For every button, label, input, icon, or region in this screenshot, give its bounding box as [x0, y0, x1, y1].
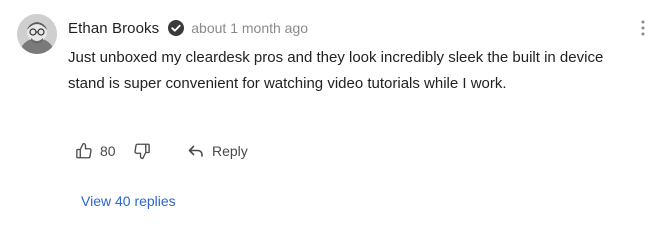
user-avatar-icon	[17, 14, 57, 54]
reply-button[interactable]: Reply	[188, 138, 248, 164]
reply-label: Reply	[212, 143, 248, 159]
more-vertical-icon	[641, 20, 645, 36]
reply-arrow-icon	[188, 145, 203, 157]
comment-actions: 80 Reply	[68, 138, 248, 164]
dislike-button[interactable]	[126, 138, 158, 164]
like-count: 80	[100, 143, 116, 159]
comment-card: Ethan Brooks about 1 month ago Just unbo…	[0, 0, 672, 246]
comment-text: Just unboxed my cleardesk pros and they …	[68, 49, 604, 92]
comment-header: Ethan Brooks about 1 month ago	[68, 16, 308, 40]
thumbs-down-icon	[134, 143, 150, 160]
like-button[interactable]	[68, 138, 100, 164]
more-options-button[interactable]	[633, 16, 653, 40]
view-replies-link[interactable]: View 40 replies	[81, 193, 176, 209]
avatar[interactable]	[17, 14, 57, 54]
author-name[interactable]: Ethan Brooks	[68, 20, 159, 37]
verified-check-icon	[167, 19, 185, 37]
thumbs-up-icon	[76, 142, 92, 159]
comment-timestamp: about 1 month ago	[191, 20, 309, 36]
